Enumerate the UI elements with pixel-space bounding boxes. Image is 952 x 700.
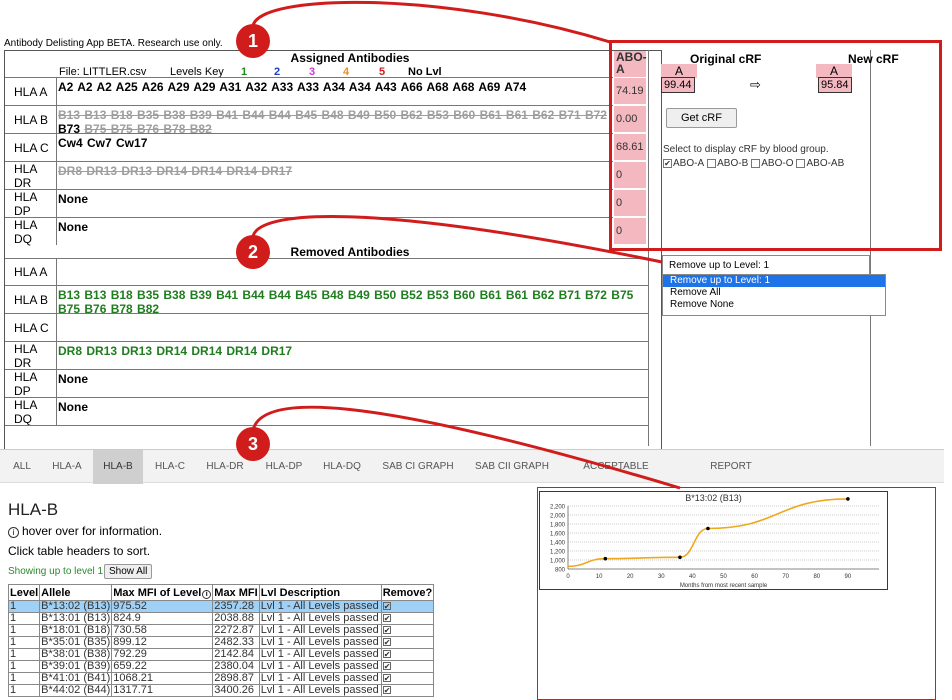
- callout-badge-1: 1: [236, 24, 270, 58]
- callout-line-3: [251, 405, 681, 490]
- callout-line-2: [251, 215, 663, 264]
- callout-line-1: [251, 0, 611, 44]
- callout-badge-3: 3: [236, 427, 270, 461]
- callout-lines: [251, 0, 681, 490]
- callout-badge-2: 2: [236, 235, 270, 269]
